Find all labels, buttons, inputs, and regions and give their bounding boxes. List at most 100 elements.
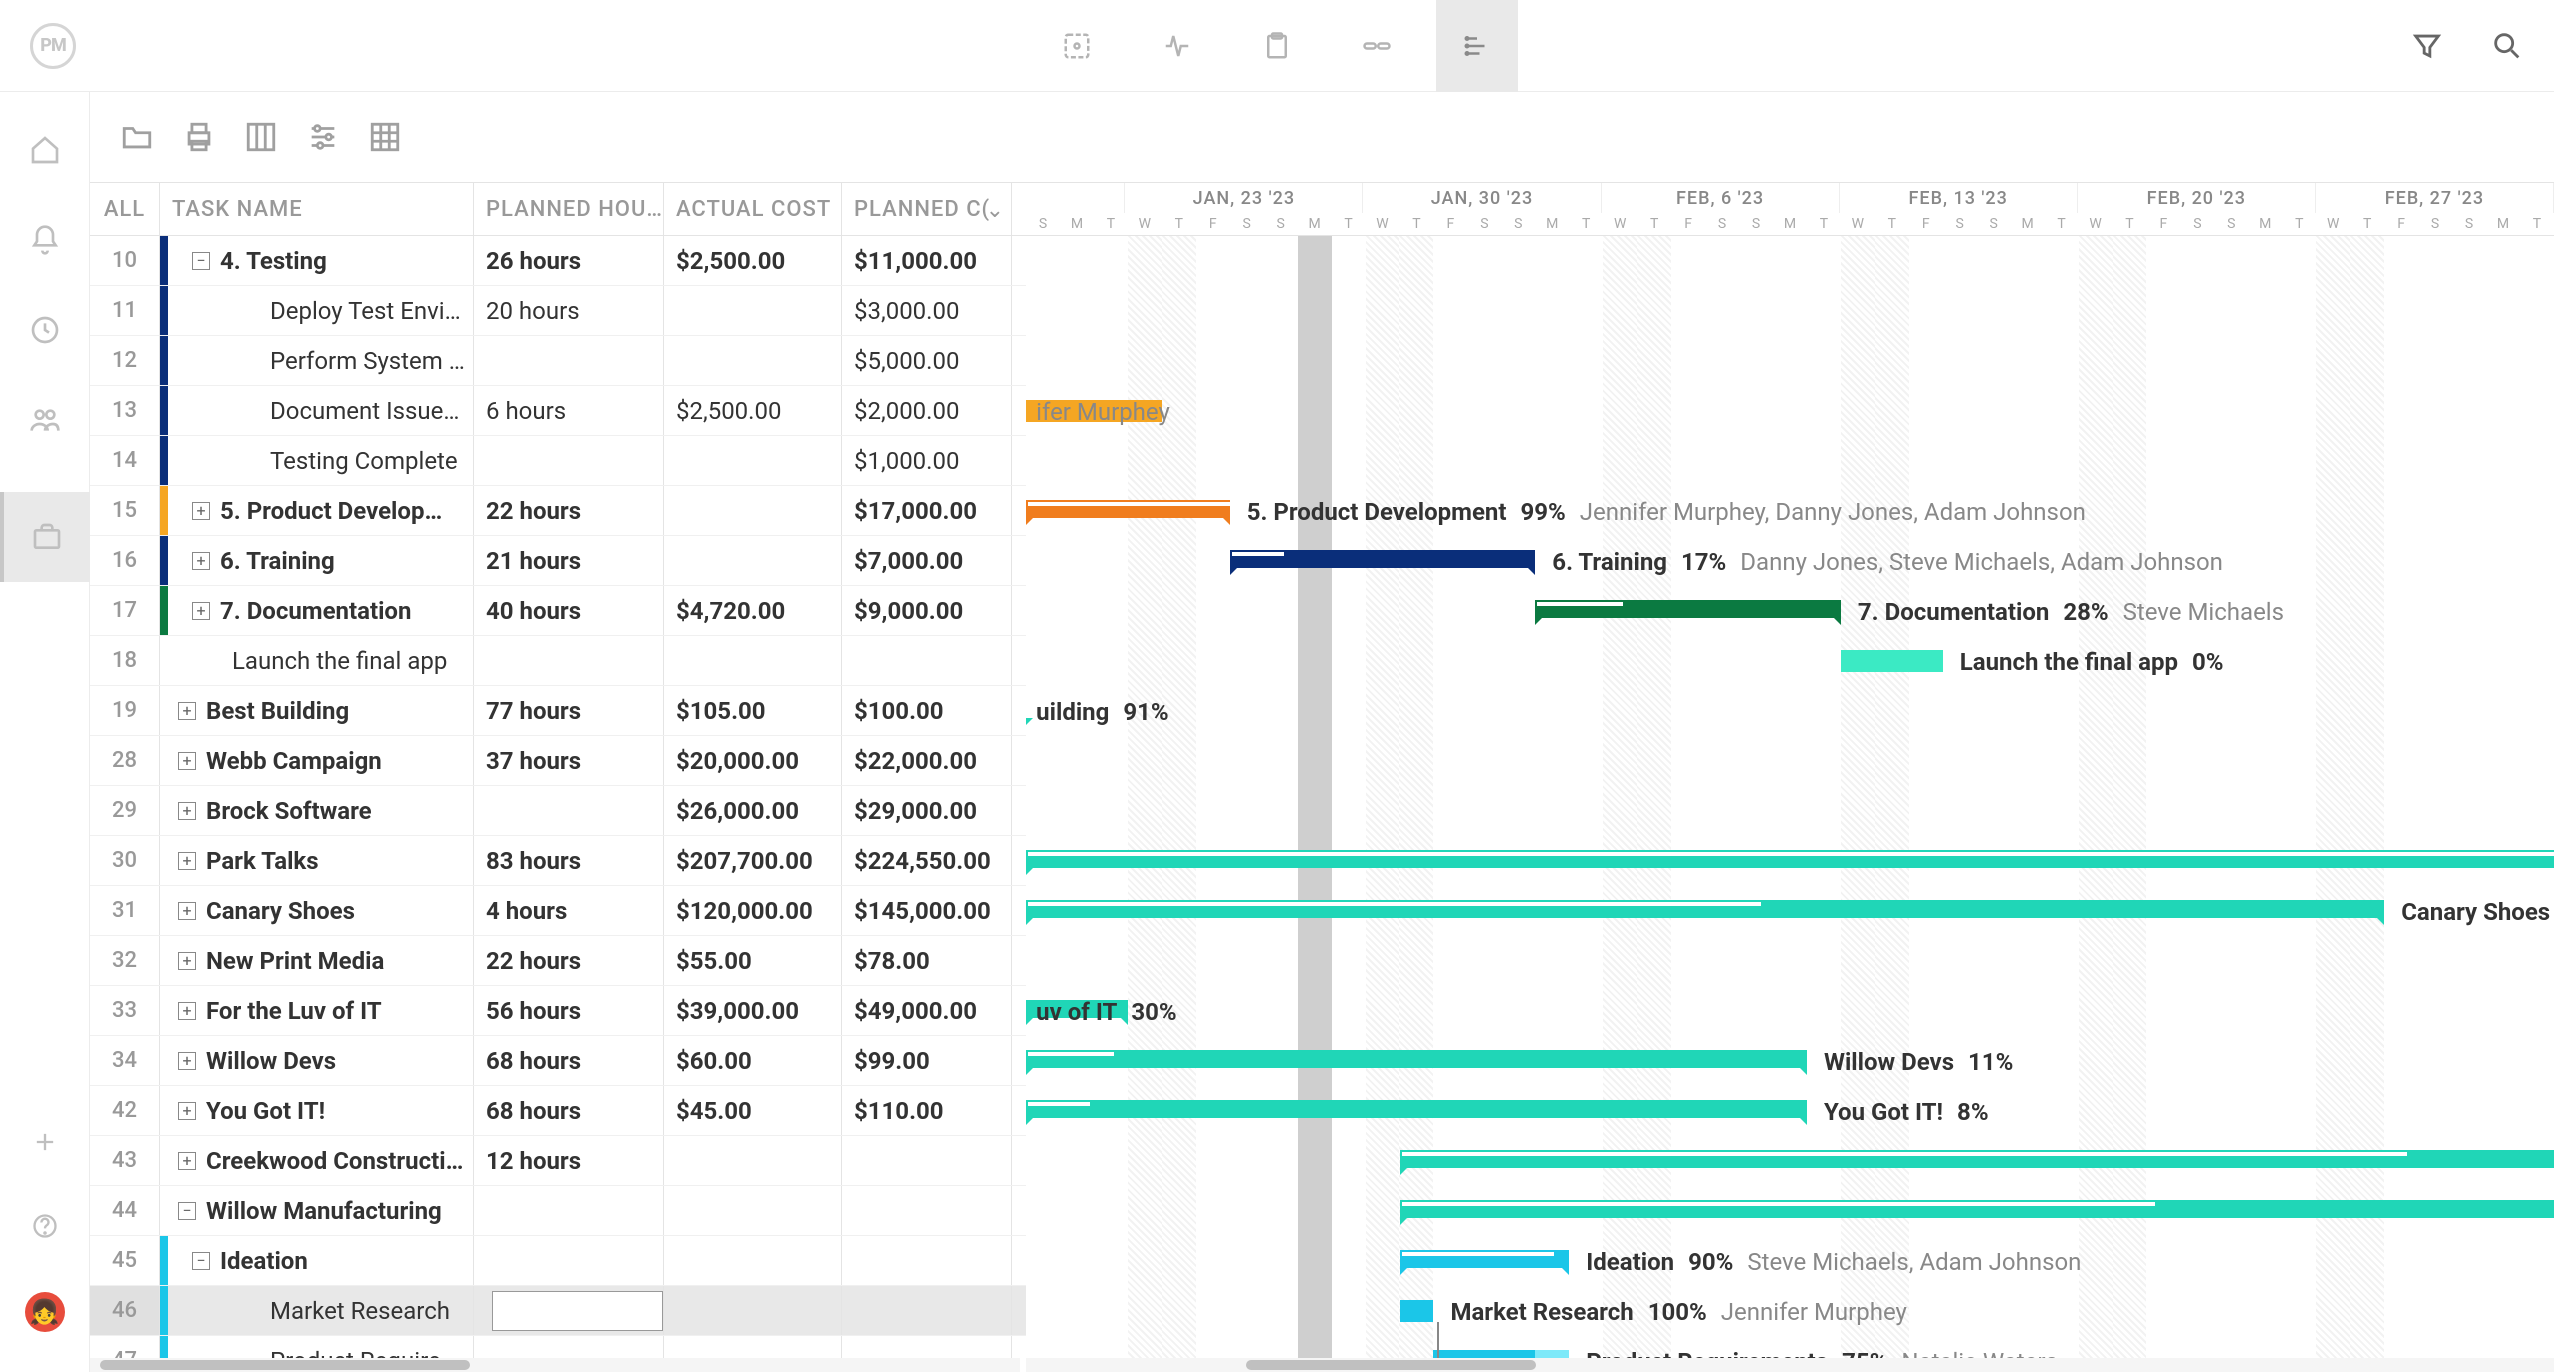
task-name-cell[interactable]: Market Research <box>168 1286 474 1335</box>
gantt-bar[interactable] <box>1026 900 2384 918</box>
actual-cost-cell[interactable]: $55.00 <box>664 936 842 985</box>
actual-cost-cell[interactable]: $105.00 <box>664 686 842 735</box>
task-row[interactable]: 42+You Got IT!68 hours$45.00$110.00 <box>90 1086 1026 1136</box>
row-number[interactable]: 46 <box>90 1286 160 1335</box>
actual-cost-cell[interactable]: $2,500.00 <box>664 386 842 435</box>
task-row[interactable]: 33+For the Luv of IT56 hours$39,000.00$4… <box>90 986 1026 1036</box>
expand-toggle-icon[interactable]: + <box>178 1102 196 1120</box>
clipboard-view-button[interactable] <box>1236 0 1318 92</box>
task-name-cell[interactable]: +For the Luv of IT <box>168 986 474 1035</box>
chevron-down-icon[interactable]: ⌄ <box>986 198 1005 223</box>
gantt-h-scrollbar-thumb[interactable] <box>1246 1360 1536 1370</box>
expand-toggle-icon[interactable]: + <box>178 752 196 770</box>
help-nav-icon[interactable] <box>27 1208 63 1244</box>
row-number[interactable]: 33 <box>90 986 160 1035</box>
planned-hours-cell[interactable]: 12 hours <box>474 1136 664 1185</box>
row-number[interactable]: 34 <box>90 1036 160 1085</box>
column-planned-hours[interactable]: PLANNED HOU… <box>474 183 664 235</box>
task-row[interactable]: 19+Best Building77 hours$105.00$100.00 <box>90 686 1026 736</box>
actual-cost-cell[interactable]: $45.00 <box>664 1086 842 1135</box>
expand-toggle-icon[interactable]: + <box>178 902 196 920</box>
team-nav-icon[interactable] <box>27 402 63 438</box>
task-row[interactable]: 34+Willow Devs68 hours$60.00$99.00 <box>90 1036 1026 1086</box>
gantt-bar[interactable] <box>1026 1050 1807 1068</box>
row-number[interactable]: 15 <box>90 486 160 535</box>
actual-cost-cell[interactable]: $60.00 <box>664 1036 842 1085</box>
planned-cost-cell[interactable]: $3,000.00 <box>842 286 1012 335</box>
actual-cost-cell[interactable] <box>664 1236 842 1285</box>
planned-hours-cell[interactable]: 22 hours <box>474 486 664 535</box>
planned-hours-cell[interactable] <box>474 636 664 685</box>
expand-toggle-icon[interactable]: + <box>192 502 210 520</box>
planned-hours-cell[interactable] <box>474 436 664 485</box>
task-row[interactable]: 43+Creekwood Constructi…12 hours <box>90 1136 1026 1186</box>
task-row[interactable]: 12Perform System …$5,000.00 <box>90 336 1026 386</box>
row-number[interactable]: 42 <box>90 1086 160 1135</box>
task-name-cell[interactable]: Testing Complete <box>168 436 474 485</box>
home-nav-icon[interactable] <box>27 132 63 168</box>
task-row[interactable]: 46Market Research <box>90 1286 1026 1336</box>
row-number[interactable]: 10 <box>90 236 160 285</box>
row-number[interactable]: 29 <box>90 786 160 835</box>
folder-tool-icon[interactable] <box>120 120 154 154</box>
task-row[interactable]: 44−Willow Manufacturing <box>90 1186 1026 1236</box>
task-name-cell[interactable]: Launch the final app <box>168 636 474 685</box>
row-number[interactable]: 19 <box>90 686 160 735</box>
planned-hours-cell[interactable]: 21 hours <box>474 536 664 585</box>
row-number[interactable]: 18 <box>90 636 160 685</box>
actual-cost-cell[interactable] <box>664 1136 842 1185</box>
column-task-name[interactable]: TASK NAME <box>160 183 474 235</box>
task-row[interactable]: 32+New Print Media22 hours$55.00$78.00 <box>90 936 1026 986</box>
expand-toggle-icon[interactable]: + <box>192 602 210 620</box>
planned-cost-cell[interactable]: $29,000.00 <box>842 786 1012 835</box>
expand-toggle-icon[interactable]: + <box>178 802 196 820</box>
planned-hours-cell[interactable]: 83 hours <box>474 836 664 885</box>
planned-cost-cell[interactable]: $99.00 <box>842 1036 1012 1085</box>
planned-cost-cell[interactable]: $11,000.00 <box>842 236 1012 285</box>
planned-cost-cell[interactable]: $9,000.00 <box>842 586 1012 635</box>
task-name-cell[interactable]: +Webb Campaign <box>168 736 474 785</box>
expand-toggle-icon[interactable]: + <box>192 552 210 570</box>
actual-cost-cell[interactable] <box>664 1286 842 1335</box>
planned-cost-cell[interactable]: $224,550.00 <box>842 836 1012 885</box>
notifications-nav-icon[interactable] <box>27 222 63 258</box>
expand-toggle-icon[interactable]: − <box>192 1252 210 1270</box>
add-nav-icon[interactable] <box>27 1124 63 1160</box>
task-row[interactable]: 13Document Issue…6 hours$2,500.00$2,000.… <box>90 386 1026 436</box>
planned-cost-cell[interactable] <box>842 1136 1012 1185</box>
task-name-cell[interactable]: +Willow Devs <box>168 1036 474 1085</box>
planned-hours-cell[interactable]: 77 hours <box>474 686 664 735</box>
actual-cost-cell[interactable] <box>664 436 842 485</box>
task-row[interactable]: 14Testing Complete$1,000.00 <box>90 436 1026 486</box>
actual-cost-cell[interactable] <box>664 1186 842 1235</box>
task-row[interactable]: 30+Park Talks83 hours$207,700.00$224,550… <box>90 836 1026 886</box>
task-row[interactable]: 31+Canary Shoes4 hours$120,000.00$145,00… <box>90 886 1026 936</box>
columns-tool-icon[interactable] <box>244 120 278 154</box>
planned-cost-cell[interactable]: $78.00 <box>842 936 1012 985</box>
row-number[interactable]: 16 <box>90 536 160 585</box>
expand-toggle-icon[interactable]: + <box>178 1002 196 1020</box>
expand-toggle-icon[interactable]: + <box>178 702 196 720</box>
gantt-bar[interactable] <box>1400 1150 2554 1168</box>
task-name-cell[interactable]: +5. Product Develop… <box>168 486 474 535</box>
task-row[interactable]: 28+Webb Campaign37 hours$20,000.00$22,00… <box>90 736 1026 786</box>
planned-cost-cell[interactable] <box>842 1236 1012 1285</box>
gantt-bar[interactable] <box>1230 550 1536 568</box>
actual-cost-cell[interactable]: $207,700.00 <box>664 836 842 885</box>
briefcase-nav-icon[interactable] <box>0 492 90 582</box>
task-name-cell[interactable]: +Canary Shoes <box>168 886 474 935</box>
planned-hours-cell[interactable] <box>474 786 664 835</box>
task-row[interactable]: 29+Brock Software$26,000.00$29,000.00 <box>90 786 1026 836</box>
gantt-view-button[interactable] <box>1436 0 1518 92</box>
planned-cost-cell[interactable] <box>842 636 1012 685</box>
expand-toggle-icon[interactable]: − <box>192 252 210 270</box>
gantt-bar[interactable] <box>1400 1250 1570 1268</box>
activity-view-button[interactable] <box>1136 0 1218 92</box>
planned-hours-cell[interactable] <box>474 1286 664 1335</box>
gantt-h-scrollbar[interactable] <box>1026 1358 2554 1372</box>
search-button[interactable] <box>2490 29 2524 63</box>
task-name-cell[interactable]: Deploy Test Envi… <box>168 286 474 335</box>
planned-hours-cell[interactable] <box>474 1236 664 1285</box>
task-name-cell[interactable]: −4. Testing <box>168 236 474 285</box>
task-row[interactable]: 15+5. Product Develop…22 hours$17,000.00 <box>90 486 1026 536</box>
